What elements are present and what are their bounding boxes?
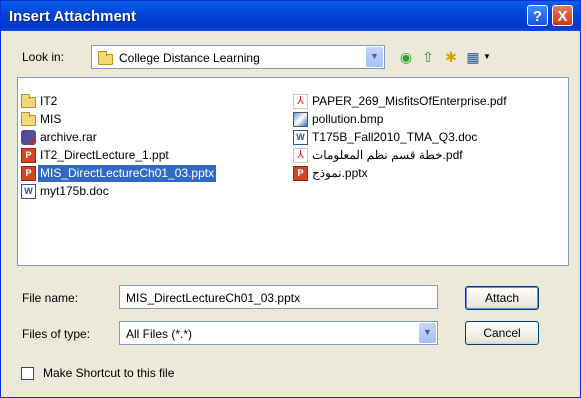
pdf-icon: ⅄ xyxy=(293,94,308,109)
bmp-icon xyxy=(293,112,308,127)
insert-attachment-dialog: Insert Attachment ? X Look in: College D… xyxy=(0,0,581,398)
new-folder-icon[interactable]: ✱ xyxy=(443,49,459,65)
file-name-label: File name: xyxy=(22,291,79,305)
word-doc-icon: W xyxy=(293,130,308,145)
file-name: pollution.bmp xyxy=(312,112,384,126)
help-button[interactable]: ? xyxy=(527,5,548,26)
file-name-input[interactable]: MIS_DirectLectureCh01_03.pptx xyxy=(119,285,438,309)
file-name: IT2 xyxy=(40,94,58,108)
file-list[interactable]: IT2 MIS archive.rar P IT2_DirectLecture_… xyxy=(17,77,569,266)
files-of-type-label: Files of type: xyxy=(22,327,91,341)
folder-icon xyxy=(21,94,36,109)
dialog-title: Insert Attachment xyxy=(9,8,136,25)
rar-icon xyxy=(21,130,36,145)
look-in-label: Look in: xyxy=(22,50,65,64)
close-button[interactable]: X xyxy=(552,5,573,26)
files-of-type-value: All Files (*.*) xyxy=(126,327,193,341)
file-name: MIS xyxy=(40,112,62,126)
ppt-icon: P xyxy=(21,166,36,181)
file-name: archive.rar xyxy=(40,130,97,144)
make-shortcut-checkbox[interactable] xyxy=(21,367,34,380)
file-name: PAPER_269_MisfitsOfEnterprise.pdf xyxy=(312,94,507,108)
cancel-button[interactable]: Cancel xyxy=(465,321,539,345)
look-in-value: College Distance Learning xyxy=(119,51,260,65)
folder-icon xyxy=(98,51,113,65)
files-of-type-dropdown[interactable]: All Files (*.*) ▼ xyxy=(119,321,438,345)
file-name: T175B_Fall2010_TMA_Q3.doc xyxy=(312,130,478,144)
word-doc-icon: W xyxy=(21,184,36,199)
file-name: خطة قسم نظم المعلومات.pdf xyxy=(312,148,463,162)
up-folder-icon[interactable]: ⇧ xyxy=(420,49,436,65)
pdf-icon: ⅄ xyxy=(293,148,308,163)
file-name: نموذج.pptx xyxy=(312,166,368,180)
make-shortcut-label: Make Shortcut to this file xyxy=(43,366,175,380)
file-name-value: MIS_DirectLectureCh01_03.pptx xyxy=(126,291,301,305)
file-name: MIS_DirectLectureCh01_03.pptx xyxy=(38,165,217,182)
chevron-down-icon[interactable]: ▼ xyxy=(419,323,436,343)
title-bar: Insert Attachment ? X xyxy=(1,1,580,31)
file-name: myt175b.doc xyxy=(40,184,109,198)
chevron-down-icon[interactable]: ▼ xyxy=(366,47,383,67)
back-icon[interactable]: ◉ xyxy=(398,49,414,65)
attach-button[interactable]: Attach xyxy=(465,286,539,310)
folder-icon xyxy=(21,112,36,127)
look-in-dropdown[interactable]: College Distance Learning ▼ xyxy=(91,45,385,69)
view-menu-chevron-icon[interactable]: ▼ xyxy=(479,49,495,65)
ppt-icon: P xyxy=(293,166,308,181)
ppt-icon: P xyxy=(21,148,36,163)
file-name: IT2_DirectLecture_1.ppt xyxy=(40,148,169,162)
